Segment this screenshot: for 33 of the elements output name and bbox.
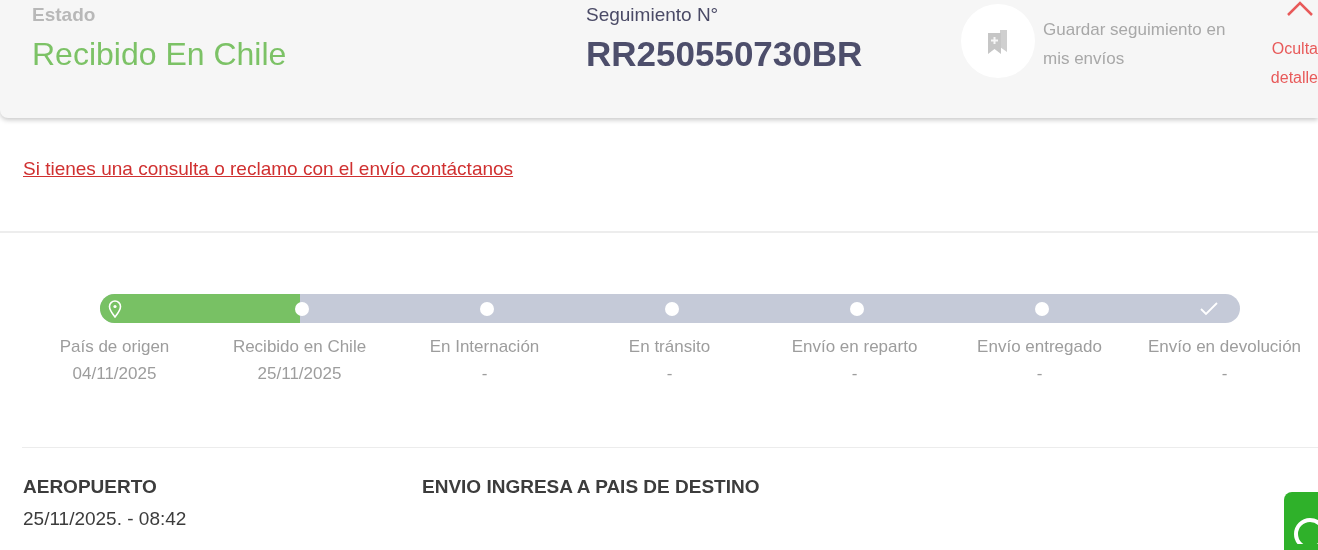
step-date: 04/11/2025 [72,363,157,385]
step-date: - [1221,363,1228,385]
step-dot [1035,301,1049,316]
contact-link[interactable]: Si tienes una consulta o reclamo con el envío contáctanos [23,158,514,179]
step-date: - [481,363,488,385]
tracking-label: Seguimiento N° [586,4,720,26]
step-dot [665,301,679,316]
location-pin-icon [108,299,122,318]
step-date: - [851,363,858,385]
chevron-up-icon[interactable] [1286,0,1314,16]
step-dot [850,301,864,316]
hide-details-link[interactable]: Oculta [1271,34,1318,63]
step-dot [295,301,309,316]
status-label: Estado [32,4,97,26]
step-date: - [666,363,673,385]
step-label: Envío en reparto [791,336,918,358]
step-label: País de origen [59,336,170,358]
step-dot [480,301,494,316]
event-datetime: 25/11/2025. - 08:42 [23,508,188,530]
hide-details-link[interactable]: detalle [1270,63,1318,92]
step-label: Envío entregado [977,336,1102,358]
save-tracking-text: Guardar seguimiento en mis envíos [1043,19,1227,70]
event-place: AEROPUERTO [23,476,158,498]
step-date: - [1036,363,1043,385]
step-label: Envío en devolución [1147,336,1302,358]
step-label: En Internación [429,336,540,358]
step-label: En tránsito [628,336,711,358]
step-label: Recibido en Chile [232,336,367,358]
check-icon [1199,300,1219,317]
event-description: ENVIO INGRESA A PAIS DE DESTINO [422,476,760,499]
tracking-number: RR250550730BR [586,34,864,74]
step-date: 25/11/2025 [257,363,342,385]
status-value: Recibido En Chile [32,36,288,73]
